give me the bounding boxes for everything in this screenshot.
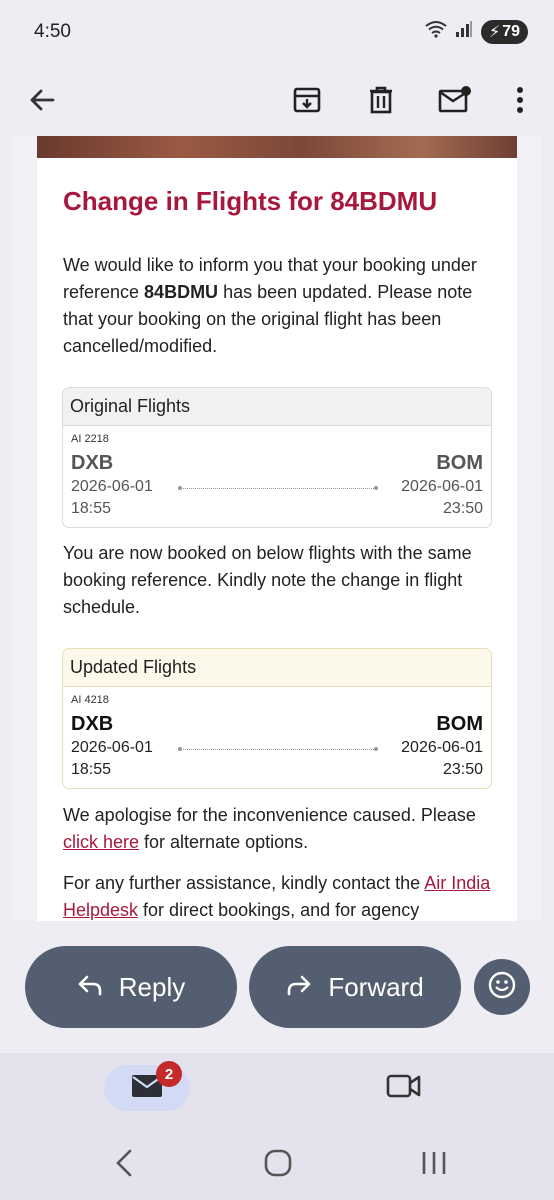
booking-reference: 84BDMU [144, 282, 219, 302]
route-line [180, 749, 376, 750]
departure-date: 2026-06-01 [71, 739, 153, 756]
departure-date: 2026-06-01 [71, 478, 153, 495]
route-end-dot [374, 747, 378, 751]
apology-text-end: for alternate options. [139, 832, 309, 852]
arrival-time: 23:50 [442, 500, 483, 517]
original-flight-details: AI 2218 DXB BOM 2026-06-01 2026-06-01 18… [63, 426, 491, 527]
video-camera-icon [386, 1074, 422, 1103]
emoji-reaction-button[interactable] [474, 959, 530, 1015]
signal-icon [455, 20, 473, 44]
destination-code: BOM [436, 452, 483, 474]
departure-time: 18:55 [71, 761, 112, 778]
email-headline: Change in Flights for 84BDMU [63, 186, 438, 216]
forward-button[interactable]: Forward [249, 946, 461, 1028]
updated-flights-header: Updated Flights [63, 649, 491, 687]
status-icons: ⚡ 79 [425, 20, 528, 44]
email-banner-image [37, 136, 517, 158]
intro-paragraph: We would like to inform you that your bo… [63, 252, 503, 360]
more-vert-icon[interactable] [498, 78, 542, 122]
assistance-text-end: for direct bookings, and for agency [138, 900, 420, 920]
reply-icon [77, 972, 103, 1003]
reply-button[interactable]: Reply [25, 946, 237, 1028]
system-home-icon[interactable] [262, 1147, 294, 1179]
nav-meet-tab[interactable] [386, 1073, 426, 1105]
system-navigation [0, 1125, 554, 1200]
mark-unread-icon[interactable] [433, 78, 477, 122]
forward-icon [286, 972, 312, 1003]
origin-code: DXB [71, 713, 114, 735]
original-flights-box: Original Flights AI 2218 DXB BOM 2026-06… [62, 387, 492, 528]
arrival-date: 2026-06-01 [401, 478, 483, 495]
reply-label: Reply [118, 971, 186, 1002]
email-body[interactable]: Change in Flights for 84BDMU We would li… [12, 136, 542, 921]
top-app-bar [0, 64, 554, 136]
forward-label: Forward [328, 971, 424, 1002]
rebooked-paragraph: You are now booked on below flights with… [63, 543, 472, 617]
unread-badge: 2 [156, 1061, 182, 1087]
archive-icon[interactable] [285, 78, 329, 122]
flight-number: AI 4218 [71, 694, 109, 706]
arrival-time: 23:50 [442, 761, 483, 778]
system-back-icon[interactable] [108, 1147, 140, 1179]
click-here-link[interactable]: click here [63, 832, 139, 852]
email-card: Change in Flights for 84BDMU We would li… [37, 136, 517, 921]
arrival-date: 2026-06-01 [401, 739, 483, 756]
origin-code: DXB [71, 452, 114, 474]
action-bar: Reply Forward [0, 921, 554, 1053]
back-arrow-icon[interactable] [20, 78, 64, 122]
delete-icon[interactable] [359, 78, 403, 122]
battery-indicator: ⚡ 79 [480, 20, 528, 44]
updated-flights-box: Updated Flights AI 4218 DXB BOM 2026-06-… [62, 648, 492, 789]
departure-time: 18:55 [71, 500, 112, 517]
status-time: 4:50 [34, 21, 71, 42]
assistance-text: For any further assistance, kindly conta… [63, 873, 425, 893]
smiley-icon [487, 970, 517, 1005]
route-line [180, 488, 376, 489]
status-bar: 4:50 ⚡ 79 [0, 0, 554, 64]
charging-icon: ⚡ [488, 24, 501, 41]
apology-text: We apologise for the inconvenience cause… [63, 805, 476, 825]
updated-flight-details: AI 4218 DXB BOM 2026-06-01 2026-06-01 18… [63, 687, 491, 788]
flight-number: AI 2218 [71, 433, 109, 445]
assistance-paragraph: For any further assistance, kindly conta… [63, 870, 503, 921]
wifi-icon [425, 20, 447, 44]
original-flights-header: Original Flights [63, 388, 491, 426]
battery-level: 79 [502, 23, 520, 40]
system-recents-icon[interactable] [418, 1147, 450, 1179]
route-end-dot [374, 486, 378, 490]
bottom-navigation: 2 [0, 1053, 554, 1125]
nav-mail-tab[interactable]: 2 [104, 1061, 190, 1111]
apology-paragraph: We apologise for the inconvenience cause… [63, 802, 503, 856]
destination-code: BOM [436, 713, 483, 735]
